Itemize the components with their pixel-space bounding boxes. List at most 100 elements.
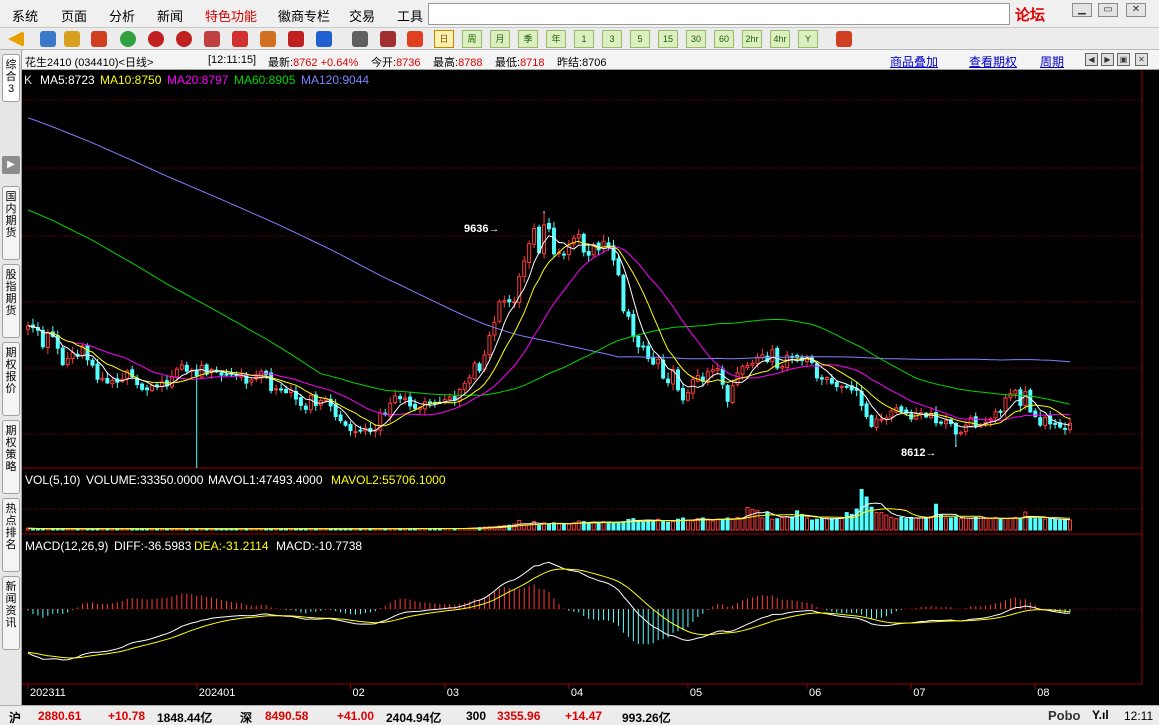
candle-body — [70, 352, 75, 359]
ma20-legend: MA20:8797 — [167, 73, 229, 87]
chart-area[interactable]: 202311 202401 02 03 04 05 06 07 08 花生2410 (03441… — [22, 50, 1159, 705]
period-button-0[interactable]: 日 — [434, 30, 454, 48]
new-icon[interactable] — [316, 31, 332, 47]
side-tab-domestic-futures[interactable]: 国内期货 — [2, 186, 20, 260]
nav-expand-icon[interactable]: ▣ — [1117, 53, 1130, 66]
zoom-out-icon[interactable] — [176, 31, 192, 47]
side-tab-composite[interactable]: 综合3 — [2, 54, 20, 102]
candle-body — [542, 224, 547, 255]
volume-bar — [819, 518, 824, 531]
hs300-label: 300 — [466, 709, 487, 723]
zoom-in-icon[interactable] — [148, 31, 164, 47]
kline-chart[interactable]: 202311 202401 02 03 04 05 06 07 08 — [22, 50, 1159, 705]
view-options-link[interactable]: 查看期权 — [969, 53, 1017, 70]
table-icon[interactable] — [352, 31, 368, 47]
menu-news[interactable]: 新闻 — [157, 6, 183, 25]
period-button-3[interactable]: 季 — [518, 30, 538, 48]
window-icon[interactable] — [204, 31, 220, 47]
candle-body — [899, 406, 904, 412]
period-button-2[interactable]: 月 — [490, 30, 510, 48]
nav-close-icon[interactable]: ✕ — [1135, 53, 1148, 66]
period-link[interactable]: 周期 — [1040, 53, 1064, 70]
menu-search-box[interactable] — [428, 3, 1010, 25]
candle-body — [864, 403, 869, 417]
period-button-10[interactable]: 60 — [714, 30, 734, 48]
period-button-8[interactable]: 15 — [658, 30, 678, 48]
period-button-12[interactable]: 4hr — [770, 30, 790, 48]
candle-body — [343, 421, 348, 426]
volume-bar — [641, 521, 646, 531]
candle-body — [90, 359, 95, 366]
period-button-6[interactable]: 3 — [602, 30, 622, 48]
period-button-4[interactable]: 年 — [546, 30, 566, 48]
candle-body — [656, 358, 661, 365]
side-tab-hot-ranking[interactable]: 热点排名 — [2, 498, 20, 572]
candle-body — [676, 369, 681, 391]
volume-bar — [988, 518, 993, 531]
candle-body — [824, 377, 829, 380]
candle-body — [303, 405, 308, 410]
candle-body — [224, 373, 229, 376]
alert-bell-icon[interactable] — [260, 31, 276, 47]
candle-body — [750, 362, 755, 366]
side-tab-news[interactable]: 新闻资讯 — [2, 576, 20, 650]
menu-special-features[interactable]: 特色功能 — [205, 6, 257, 25]
ma10-line — [27, 240, 1071, 427]
menu-system[interactable]: 系统 — [12, 6, 38, 25]
menu-page[interactable]: 页面 — [61, 6, 87, 25]
side-arrow-icon[interactable]: ▶ — [2, 156, 20, 174]
minimize-button[interactable]: ▁ — [1072, 3, 1092, 17]
candle-body — [472, 362, 477, 380]
menu-trade[interactable]: 交易 — [349, 6, 375, 25]
volume-bar — [680, 517, 685, 531]
favorite-icon[interactable] — [288, 31, 304, 47]
candle-body — [879, 418, 884, 421]
back-arrow-icon[interactable] — [8, 31, 24, 47]
period-button-11[interactable]: 2hr — [742, 30, 762, 48]
report-icon[interactable] — [91, 31, 107, 47]
nav-left-icon[interactable]: ◀ — [1085, 53, 1098, 66]
menu-tools[interactable]: 工具 — [397, 6, 423, 25]
candle-body — [284, 389, 289, 394]
period-button-7[interactable]: 5 — [630, 30, 650, 48]
draw-pen-icon[interactable] — [232, 31, 248, 47]
high-quote: 最高:8788 — [433, 54, 483, 70]
list-icon[interactable] — [380, 31, 396, 47]
multi-window-icon[interactable] — [40, 31, 56, 47]
menu-analysis[interactable]: 分析 — [109, 6, 135, 25]
volume-bar — [884, 514, 889, 531]
close-button[interactable]: ✕ — [1126, 3, 1146, 17]
open-label: 今开: — [371, 57, 397, 69]
tick-icon[interactable] — [407, 31, 423, 47]
layout-icon[interactable] — [836, 31, 852, 47]
candle-body — [1028, 389, 1033, 413]
product-overlay-link[interactable]: 商品叠加 — [890, 53, 938, 70]
volume-bar — [666, 521, 671, 531]
volume-bar — [671, 521, 676, 531]
candle-body — [1018, 389, 1023, 406]
candle-body — [561, 253, 566, 256]
period-button-5[interactable]: 1 — [574, 30, 594, 48]
period-button-1[interactable]: 周 — [462, 30, 482, 48]
volume-bar — [938, 514, 943, 531]
latest-price: 8762 — [293, 57, 318, 69]
candle-body — [393, 395, 398, 404]
volume-bar — [1033, 518, 1038, 531]
maximize-button[interactable]: ▭ — [1098, 3, 1118, 17]
sh-amount: 1848.44亿 — [157, 711, 213, 725]
candle-body — [616, 258, 621, 276]
volume-bar — [566, 523, 571, 531]
side-tab-option-quotes[interactable]: 期权报价 — [2, 342, 20, 416]
refresh-icon[interactable] — [120, 31, 136, 47]
period-button-9[interactable]: 30 — [686, 30, 706, 48]
volume-bar — [740, 517, 745, 531]
x-tick-label: 202311 — [30, 687, 66, 699]
side-tab-index-futures[interactable]: 股指期货 — [2, 264, 20, 338]
x-tick-label: 02 — [353, 687, 365, 699]
menu-huishang-column[interactable]: 徽商专栏 — [278, 6, 330, 25]
side-tab-option-strategy[interactable]: 期权策略 — [2, 420, 20, 494]
stack-icon[interactable] — [64, 31, 80, 47]
nav-right-icon[interactable]: ▶ — [1101, 53, 1114, 66]
forum-link[interactable]: 论坛 — [1015, 4, 1045, 25]
period-button-13[interactable]: Y — [798, 30, 818, 48]
